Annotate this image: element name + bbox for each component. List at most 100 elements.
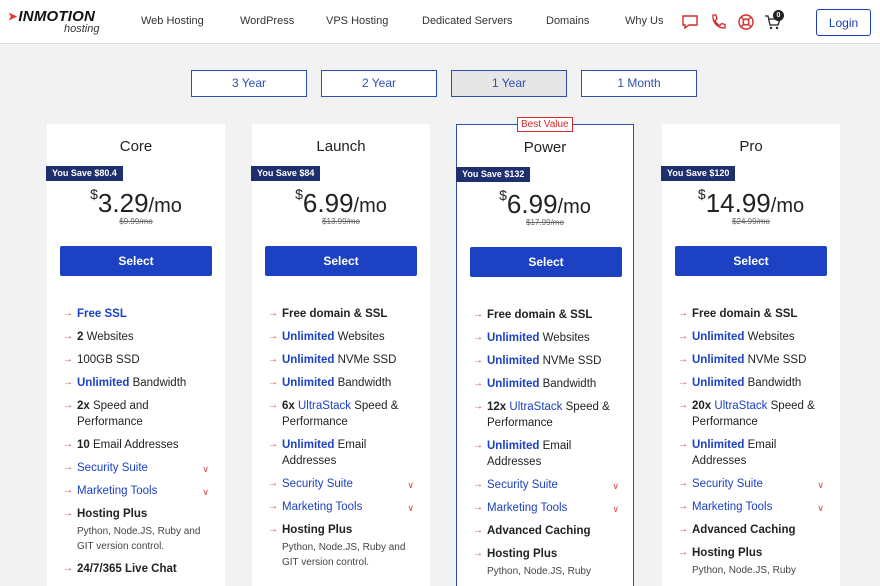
plan-card-core: Core You Save $80.4 $3.29/mo $9.99/mo Se…: [46, 124, 225, 586]
original-price: $24.99/mo: [732, 217, 770, 226]
feature-list: → Free domain & SSL → Unlimited Websites →…: [473, 307, 623, 586]
chevron-down-icon: ∨: [817, 503, 824, 513]
arrow-icon: →: [473, 440, 483, 451]
arrow-icon: →: [678, 501, 688, 512]
feature-storage: → 100GB SSD: [63, 354, 140, 366]
plan-name: Launch: [316, 138, 366, 155]
feature-bandwidth: → Unlimited Bandwidth: [63, 377, 187, 389]
inmotion-logo[interactable]: ➤INMOTION hosting: [8, 8, 108, 38]
feature-advanced-caching: → Advanced Caching: [473, 525, 591, 537]
nav-why-us[interactable]: Why Us: [625, 15, 664, 27]
plan-price: $3.29/mo: [90, 186, 182, 218]
chevron-down-icon: ∨: [612, 504, 619, 514]
logo-swoosh-icon: ➤: [8, 11, 18, 23]
feature-speed: → 6x UltraStack Speed & Performance: [268, 400, 399, 428]
feature-hosting-plus: → Hosting Plus Python, Node.JS, Ruby: [473, 548, 591, 577]
feature-storage: → Unlimited NVMe SSD: [473, 355, 602, 367]
arrow-icon: →: [268, 439, 278, 450]
feature-security-suite-toggle[interactable]: → Security Suite ∨: [473, 477, 623, 493]
feature-bandwidth: → Unlimited Bandwidth: [678, 377, 802, 389]
plan-name: Core: [119, 138, 153, 155]
feature-marketing-tools-toggle[interactable]: → Marketing Tools ∨: [678, 499, 828, 515]
savings-tag: You Save $132: [456, 167, 531, 182]
feature-security-suite-toggle[interactable]: → Security Suite ∨: [268, 476, 418, 492]
plan-card-launch: Launch You Save $84 $6.99/mo $13.99/mo S…: [251, 124, 430, 586]
arrow-icon: →: [473, 479, 483, 490]
term-tab-2-year[interactable]: 2 Year: [321, 70, 437, 97]
arrow-icon: →: [268, 524, 278, 535]
feature-websites: → Unlimited Websites: [268, 331, 385, 343]
arrow-icon: →: [268, 308, 278, 319]
savings-tag: You Save $120: [661, 166, 736, 181]
savings-tag: You Save $84: [251, 166, 321, 181]
arrow-icon: →: [63, 331, 73, 342]
feature-advanced-caching: → Advanced Caching: [678, 524, 796, 536]
nav-dedicated-servers[interactable]: Dedicated Servers: [422, 15, 513, 27]
feature-ssl: → Free SSL: [63, 308, 127, 320]
feature-marketing-tools-toggle[interactable]: → Marketing Tools ∨: [63, 483, 213, 499]
arrow-icon: →: [63, 354, 73, 365]
arrow-icon: →: [473, 355, 483, 366]
feature-email: → Unlimited Email Addresses: [473, 440, 572, 468]
feature-domain-ssl: → Free domain & SSL: [268, 308, 388, 320]
chevron-down-icon: ∨: [817, 480, 824, 490]
nav-wordpress[interactable]: WordPress: [240, 15, 294, 27]
arrow-icon: →: [678, 547, 688, 558]
chevron-down-icon: ∨: [202, 487, 209, 497]
feature-list: → Free SSL → 2 Websites → 100GB SSD → Unlimi…: [63, 306, 213, 584]
arrow-icon: →: [678, 439, 688, 450]
phone-icon[interactable]: [709, 13, 727, 31]
arrow-icon: →: [473, 525, 483, 536]
feature-bandwidth: → Unlimited Bandwidth: [473, 378, 597, 390]
feature-speed: → 2x Speed and Performance: [63, 400, 149, 428]
feature-email: → 10 Email Addresses: [63, 439, 179, 451]
feature-security-suite-toggle[interactable]: → Security Suite ∨: [63, 460, 213, 476]
select-core-button[interactable]: Select: [60, 246, 212, 276]
arrow-icon: →: [63, 563, 73, 574]
arrow-icon: →: [473, 378, 483, 389]
arrow-icon: →: [268, 331, 278, 342]
chevron-down-icon: ∨: [612, 481, 619, 491]
plan-card-pro: Pro You Save $120 $14.99/mo $24.99/mo Se…: [661, 124, 840, 586]
chat-icon[interactable]: [681, 13, 699, 31]
feature-marketing-tools-toggle[interactable]: → Marketing Tools ∨: [473, 500, 623, 516]
plan-card-power: Best Value Power You Save $132 $6.99/mo …: [456, 117, 634, 586]
nav-domains[interactable]: Domains: [546, 15, 589, 27]
login-button[interactable]: Login: [816, 9, 871, 36]
nav-web-hosting[interactable]: Web Hosting: [141, 15, 204, 27]
feature-storage: → Unlimited NVMe SSD: [678, 354, 807, 366]
arrow-icon: →: [678, 331, 688, 342]
arrow-icon: →: [678, 524, 688, 535]
site-header: ➤INMOTION hosting Web Hosting WordPress …: [0, 0, 880, 44]
term-tab-3-year[interactable]: 3 Year: [191, 70, 307, 97]
feature-marketing-tools-toggle[interactable]: → Marketing Tools ∨: [268, 499, 418, 515]
term-tab-1-month[interactable]: 1 Month: [581, 70, 697, 97]
arrow-icon: →: [63, 439, 73, 450]
arrow-icon: →: [268, 377, 278, 388]
arrow-icon: →: [473, 401, 483, 412]
arrow-icon: →: [63, 377, 73, 388]
arrow-icon: →: [678, 377, 688, 388]
select-power-button[interactable]: Select: [470, 247, 622, 277]
feature-security-suite-toggle[interactable]: → Security Suite ∨: [678, 476, 828, 492]
arrow-icon: →: [63, 308, 73, 319]
feature-email: → Unlimited Email Addresses: [268, 439, 367, 467]
select-pro-button[interactable]: Select: [675, 246, 827, 276]
original-price: $13.99/mo: [322, 217, 360, 226]
chevron-down-icon: ∨: [407, 503, 414, 513]
cart-count-badge: 0: [773, 10, 784, 21]
original-price: $9.99/mo: [119, 217, 153, 226]
support-lifebuoy-icon[interactable]: [737, 13, 755, 31]
plan-price: $6.99/mo: [499, 187, 591, 219]
term-tab-1-year[interactable]: 1 Year: [451, 70, 567, 97]
feature-speed: → 12x UltraStack Speed & Performance: [473, 401, 610, 429]
arrow-icon: →: [473, 548, 483, 559]
feature-speed: → 20x UltraStack Speed & Performance: [678, 400, 815, 428]
nav-vps-hosting[interactable]: VPS Hosting: [326, 15, 388, 27]
plan-name: Pro: [739, 138, 763, 155]
chevron-down-icon: ∨: [407, 480, 414, 490]
feature-websites: → Unlimited Websites: [473, 332, 590, 344]
feature-hosting-plus: → Hosting Plus Python, Node.JS, Ruby and G…: [268, 524, 406, 568]
feature-live-chat: → 24/7/365 Live Chat: [63, 563, 177, 575]
select-launch-button[interactable]: Select: [265, 246, 417, 276]
